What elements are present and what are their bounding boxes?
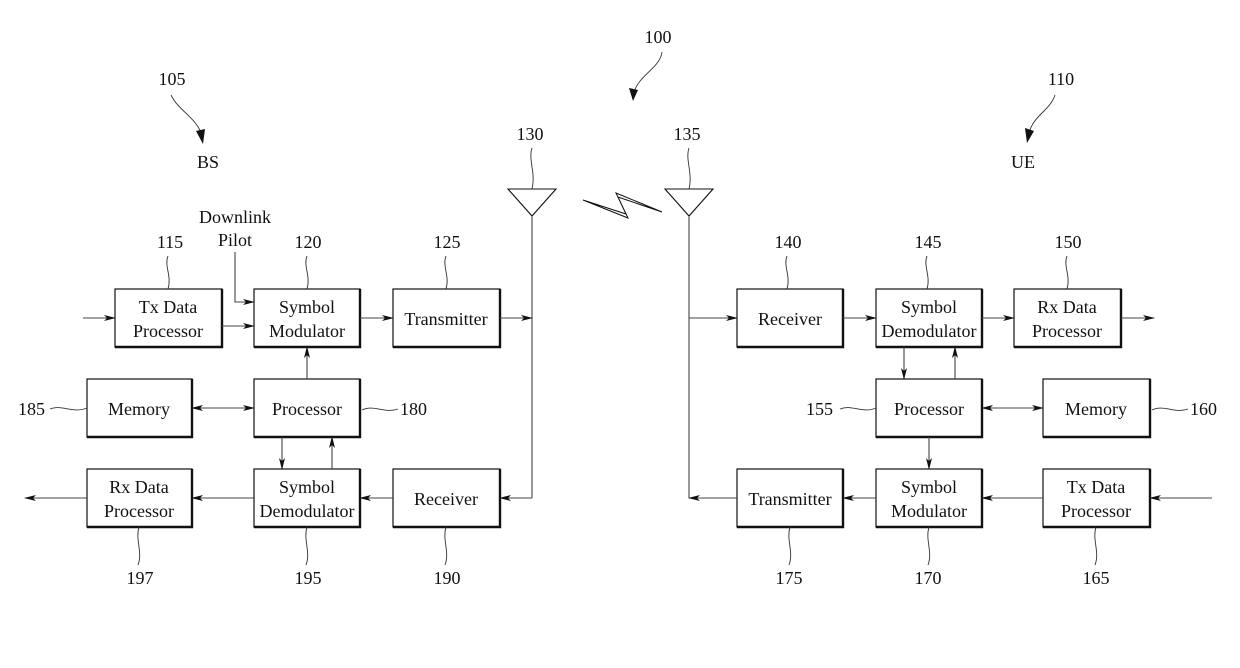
block-label: Memory bbox=[108, 399, 170, 419]
ue-symbol-modulator: Symbol Modulator 170 bbox=[875, 468, 984, 588]
ref-150: 150 bbox=[1055, 232, 1082, 252]
bs-memory: Memory 185 bbox=[18, 378, 194, 439]
bs-label: BS bbox=[197, 152, 219, 172]
ref-195: 195 bbox=[295, 568, 322, 588]
bs-ue-block-diagram: 100 105 BS 110 UE 130 135 Tx Data Proces… bbox=[18, 27, 1217, 588]
ue-label-group: 110 UE bbox=[1011, 69, 1074, 172]
ref-125: 125 bbox=[434, 232, 461, 252]
ue-symbol-demodulator: Symbol Demodulator 145 bbox=[875, 232, 984, 349]
antenna-icon bbox=[663, 188, 715, 217]
ref-130-leader bbox=[530, 147, 534, 190]
ref-197: 197 bbox=[127, 568, 154, 588]
ref-185: 185 bbox=[18, 399, 45, 419]
ref-105-leader bbox=[170, 94, 202, 134]
downlink-pilot-input: Downlink Pilot bbox=[199, 207, 271, 305]
block-label: Transmitter bbox=[748, 489, 831, 509]
bs-rx-data-processor: Rx Data Processor 197 bbox=[86, 468, 194, 588]
ref-155: 155 bbox=[806, 399, 833, 419]
bs-symbol-modulator: Symbol Modulator 120 bbox=[253, 232, 362, 349]
ue-rx-data-processor: Rx Data Processor 150 bbox=[1013, 232, 1123, 349]
ref-135-leader bbox=[687, 147, 691, 190]
block-label: Processor bbox=[894, 399, 964, 419]
ue-antenna: 135 bbox=[663, 124, 715, 498]
block-label-line2: Processor bbox=[1061, 501, 1131, 521]
block-label-line1: Symbol bbox=[279, 297, 335, 317]
block-label-line1: Tx Data bbox=[139, 297, 197, 317]
bs-receiver: Receiver 190 bbox=[392, 468, 502, 588]
ref-145: 145 bbox=[915, 232, 942, 252]
ref-105: 105 bbox=[159, 69, 186, 89]
ref-140: 140 bbox=[775, 232, 802, 252]
bs-processor: Processor 180 bbox=[253, 378, 427, 439]
ref-110-arrowhead bbox=[1025, 128, 1034, 143]
ref-105-arrowhead bbox=[196, 129, 205, 144]
bs-symbol-demodulator: Symbol Demodulator 195 bbox=[253, 468, 362, 588]
ref-135: 135 bbox=[674, 124, 701, 144]
ref-175: 175 bbox=[776, 568, 803, 588]
block-label: Processor bbox=[272, 399, 342, 419]
ref-110: 110 bbox=[1048, 69, 1074, 89]
block-label-line1: Symbol bbox=[901, 297, 957, 317]
block-label: Receiver bbox=[758, 309, 822, 329]
ref-180: 180 bbox=[400, 399, 427, 419]
block-label-line2: Processor bbox=[1032, 321, 1102, 341]
bs-antenna: 130 bbox=[506, 124, 558, 498]
ref-165: 165 bbox=[1083, 568, 1110, 588]
block-label-line1: Symbol bbox=[279, 477, 335, 497]
figure-reference-100: 100 bbox=[629, 27, 672, 101]
bs-label-group: 105 BS bbox=[159, 69, 220, 172]
block-label-line2: Modulator bbox=[269, 321, 345, 341]
block-label-line1: Symbol bbox=[901, 477, 957, 497]
block-label-line1: Tx Data bbox=[1067, 477, 1125, 497]
block-label-line2: Demodulator bbox=[260, 501, 355, 521]
block-label-line2: Demodulator bbox=[882, 321, 977, 341]
ref-110-leader bbox=[1029, 94, 1056, 131]
downlink-pilot-label-line1: Downlink bbox=[199, 207, 271, 227]
antenna-icon bbox=[506, 188, 558, 217]
ref-190: 190 bbox=[434, 568, 461, 588]
block-label-line2: Processor bbox=[104, 501, 174, 521]
block-label: Receiver bbox=[414, 489, 478, 509]
bs-tx-data-processor: Tx Data Processor 115 bbox=[114, 232, 224, 349]
lightning-bolt-icon bbox=[582, 192, 663, 219]
ue-transmitter: Transmitter 175 bbox=[736, 468, 845, 588]
block-label-line1: Rx Data bbox=[109, 477, 168, 497]
ref-160: 160 bbox=[1190, 399, 1217, 419]
downlink-pilot-label-line2: Pilot bbox=[218, 230, 252, 250]
bs-transmitter: Transmitter 125 bbox=[392, 232, 502, 349]
ref-100-arrowhead bbox=[629, 88, 638, 101]
ue-receiver: Receiver 140 bbox=[736, 232, 845, 349]
ue-processor: Processor 155 bbox=[806, 378, 984, 439]
ref-100: 100 bbox=[645, 27, 672, 47]
ue-label: UE bbox=[1011, 152, 1035, 172]
ref-130: 130 bbox=[517, 124, 544, 144]
block-label-line1: Rx Data bbox=[1037, 297, 1096, 317]
ue-tx-data-processor: Tx Data Processor 165 bbox=[1042, 468, 1152, 588]
ref-100-leader bbox=[633, 51, 663, 93]
block-label-line2: Processor bbox=[133, 321, 203, 341]
block-label: Memory bbox=[1065, 399, 1127, 419]
ref-170: 170 bbox=[915, 568, 942, 588]
block-label: Transmitter bbox=[404, 309, 487, 329]
ref-115: 115 bbox=[157, 232, 183, 252]
ref-120: 120 bbox=[295, 232, 322, 252]
block-label-line2: Modulator bbox=[891, 501, 967, 521]
ue-memory: Memory 160 bbox=[1042, 378, 1217, 439]
